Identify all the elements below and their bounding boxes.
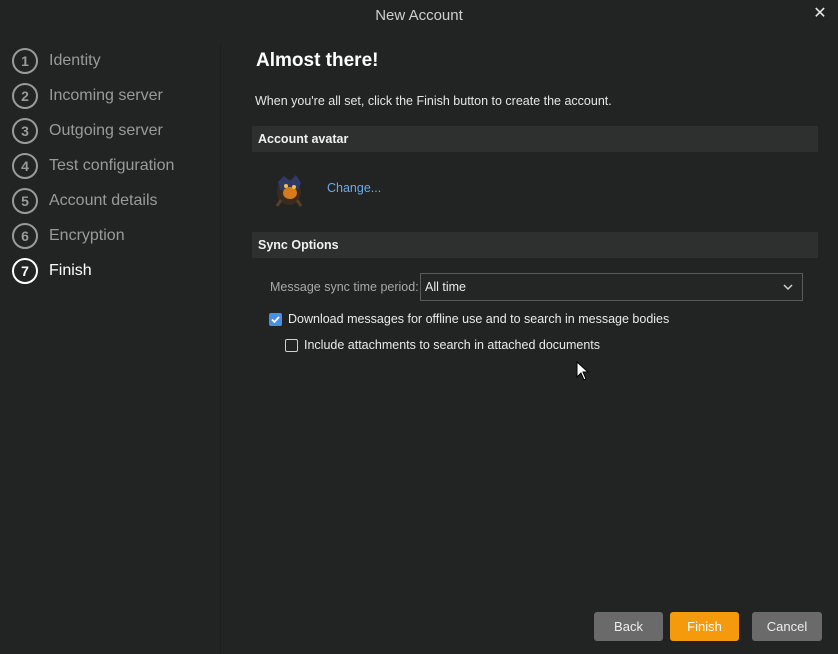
include-attachments-label: Include attachments to search in attache… [304, 338, 601, 352]
avatar[interactable] [268, 168, 310, 210]
step-account-details[interactable]: 5 Account details [12, 186, 158, 216]
sync-period-label: Message sync time period: [270, 280, 419, 294]
step-label: Outgoing server [49, 122, 163, 139]
back-button[interactable]: Back [594, 612, 663, 641]
step-number: 6 [12, 223, 38, 249]
step-label: Finish [49, 262, 92, 279]
step-incoming-server[interactable]: 2 Incoming server [12, 81, 163, 111]
sync-options-header: Sync Options [252, 232, 818, 258]
step-label: Encryption [49, 227, 125, 244]
include-attachments-checkbox[interactable]: Include attachments to search in attache… [285, 338, 600, 352]
chevron-down-icon [783, 284, 793, 291]
checkmark-icon [271, 315, 280, 323]
download-offline-checkbox[interactable]: Download messages for offline use and to… [269, 312, 669, 326]
change-avatar-link[interactable]: Change... [327, 181, 381, 195]
main-content: Almost there! When you're all set, click… [252, 0, 822, 654]
avatar-section-header: Account avatar [252, 126, 818, 152]
sync-period-select[interactable]: All time [420, 273, 803, 301]
checkbox-checked[interactable] [269, 312, 282, 326]
step-number: 5 [12, 188, 38, 214]
cancel-button[interactable]: Cancel [752, 612, 822, 641]
checkbox-unchecked[interactable] [285, 338, 298, 352]
download-offline-label: Download messages for offline use and to… [288, 312, 670, 326]
step-encryption[interactable]: 6 Encryption [12, 221, 125, 251]
step-finish[interactable]: 7 Finish [12, 256, 92, 286]
step-label: Identity [49, 52, 101, 69]
step-label: Account details [49, 192, 158, 209]
page-description: When you're all set, click the Finish bu… [255, 94, 612, 108]
page-title: Almost there! [256, 50, 379, 71]
finish-button[interactable]: Finish [670, 612, 739, 641]
step-test-configuration[interactable]: 4 Test configuration [12, 151, 174, 181]
step-label: Incoming server [49, 87, 163, 104]
wizard-steps-sidebar: 1 Identity 2 Incoming server 3 Outgoing … [0, 44, 221, 654]
step-label: Test configuration [49, 157, 175, 174]
sync-period-value: All time [425, 280, 466, 294]
step-number: 7 [12, 258, 38, 284]
avatar-image [275, 175, 303, 207]
step-number: 2 [12, 83, 38, 109]
mouse-cursor-icon [576, 361, 590, 381]
step-identity[interactable]: 1 Identity [12, 46, 101, 76]
step-number: 3 [12, 118, 38, 144]
step-number: 1 [12, 48, 38, 74]
step-number: 4 [12, 153, 38, 179]
step-outgoing-server[interactable]: 3 Outgoing server [12, 116, 163, 146]
